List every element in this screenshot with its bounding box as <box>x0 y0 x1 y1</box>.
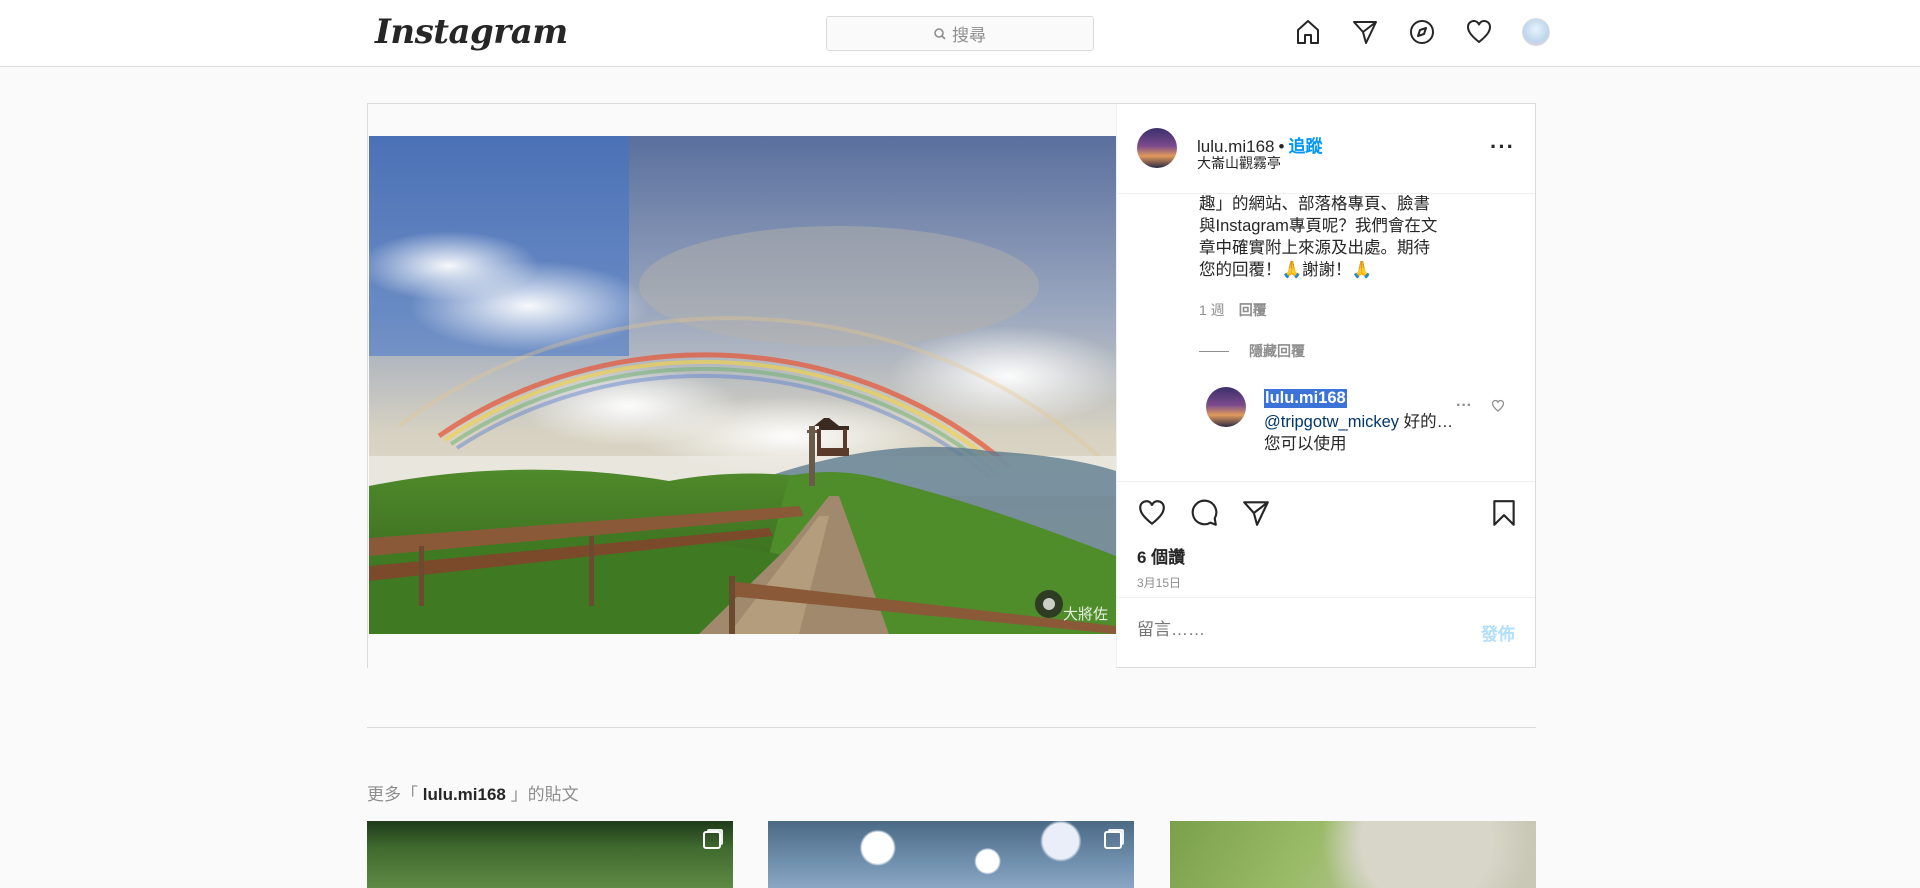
comment-line: 趣」的網站、部落格專頁、臉書 <box>1199 195 1430 213</box>
post-comment-button[interactable]: 發佈 <box>1481 620 1515 645</box>
section-divider <box>367 727 1536 728</box>
reply-text-after-mention: 好的… <box>1399 413 1454 431</box>
post-photo[interactable]: 大將佐 <box>369 136 1116 634</box>
comment-age: 1 週 <box>1199 302 1225 318</box>
likes-count[interactable]: 6 個讚 <box>1137 543 1185 568</box>
more-post-thumbnail[interactable] <box>367 821 733 888</box>
instagram-logo[interactable]: Instagram <box>375 12 568 52</box>
more-options-icon[interactable]: ··· <box>1490 134 1515 160</box>
save-bookmark-icon[interactable] <box>1489 498 1519 533</box>
share-icon[interactable] <box>1241 498 1271 533</box>
comment-input[interactable] <box>1137 620 1437 640</box>
reply-text: @tripgotw_mickey 好的… 您可以使用 <box>1264 411 1462 455</box>
follow-button[interactable]: 追蹤 <box>1288 137 1322 156</box>
more-post-thumbnail[interactable] <box>1170 821 1536 888</box>
avatar <box>1522 18 1550 46</box>
search-placeholder: 搜尋 <box>952 26 986 45</box>
hide-replies-label: 隱藏回覆 <box>1249 343 1305 359</box>
photo-watermark: 大將佐 <box>1062 606 1108 623</box>
post-media: 大將佐 <box>368 104 1117 669</box>
reply-button[interactable]: 回覆 <box>1239 302 1267 318</box>
hide-replies-button[interactable]: 隱藏回覆 <box>1199 341 1305 361</box>
more-title-username[interactable]: lulu.mi168 <box>423 785 506 804</box>
divider-line <box>1199 350 1229 352</box>
nav-icons <box>1293 17 1551 47</box>
post-date[interactable]: 3月15日 <box>1137 574 1181 591</box>
profile-avatar[interactable] <box>1521 17 1551 47</box>
add-comment-bar: 發佈 <box>1117 597 1535 667</box>
like-heart-icon[interactable] <box>1137 498 1167 533</box>
comment-line: 您的回覆！🙏謝謝！🙏 <box>1199 261 1373 279</box>
post-card: 大將佐 lulu.mi168 • 追蹤 大崙山觀霧亭 ··· 趣」的網站、部落格專頁… <box>367 103 1536 669</box>
search-input[interactable]: 搜尋 <box>826 16 1094 51</box>
reply-mention[interactable]: @tripgotw_mickey <box>1264 413 1399 431</box>
search-icon <box>934 27 946 40</box>
multiple-images-icon <box>1104 831 1122 849</box>
reply-like-heart-icon[interactable] <box>1491 399 1505 418</box>
comment-line: 與Instagram專頁呢？我們會在文 <box>1199 217 1438 235</box>
multiple-images-icon <box>703 831 721 849</box>
author-avatar[interactable] <box>1137 128 1177 168</box>
post-header: lulu.mi168 • 追蹤 大崙山觀霧亭 ··· <box>1117 104 1535 194</box>
top-navbar: Instagram 搜尋 <box>0 0 1920 67</box>
reply-line2: 您可以使用 <box>1264 435 1347 453</box>
more-title-suffix: 」的貼文 <box>505 785 579 804</box>
more-title-prefix: 更多「 <box>367 785 423 804</box>
direct-icon[interactable] <box>1350 17 1380 47</box>
post-location[interactable]: 大崙山觀霧亭 <box>1197 153 1281 173</box>
explore-icon[interactable] <box>1407 17 1437 47</box>
post-sidebar: lulu.mi168 • 追蹤 大崙山觀霧亭 ··· 趣」的網站、部落格專頁、臉書 … <box>1117 104 1535 667</box>
action-icons <box>1137 498 1271 533</box>
comment-meta: 1 週回覆 <box>1199 300 1267 320</box>
more-post-thumbnail[interactable] <box>768 821 1134 888</box>
comment-text: 趣」的網站、部落格專頁、臉書 與Instagram專頁呢？我們會在文 章中確實附… <box>1199 195 1469 281</box>
post-actions: 6 個讚 3月15日 <box>1117 481 1535 591</box>
activity-heart-icon[interactable] <box>1464 17 1494 47</box>
reply-more-icon[interactable]: ··· <box>1456 397 1472 415</box>
home-icon[interactable] <box>1293 17 1323 47</box>
more-posts-title: 更多「 lulu.mi168 」的貼文 <box>367 780 579 805</box>
reply-username[interactable]: lulu.mi168 <box>1264 389 1347 408</box>
rainbow-landscape-image <box>369 136 1116 634</box>
comment-line: 章中確實附上來源及出處。期待 <box>1199 239 1430 257</box>
comment-icon[interactable] <box>1189 498 1219 533</box>
reply-avatar[interactable] <box>1206 387 1246 427</box>
comments-list[interactable]: 趣」的網站、部落格專頁、臉書 與Instagram專頁呢？我們會在文 章中確實附… <box>1117 195 1535 480</box>
